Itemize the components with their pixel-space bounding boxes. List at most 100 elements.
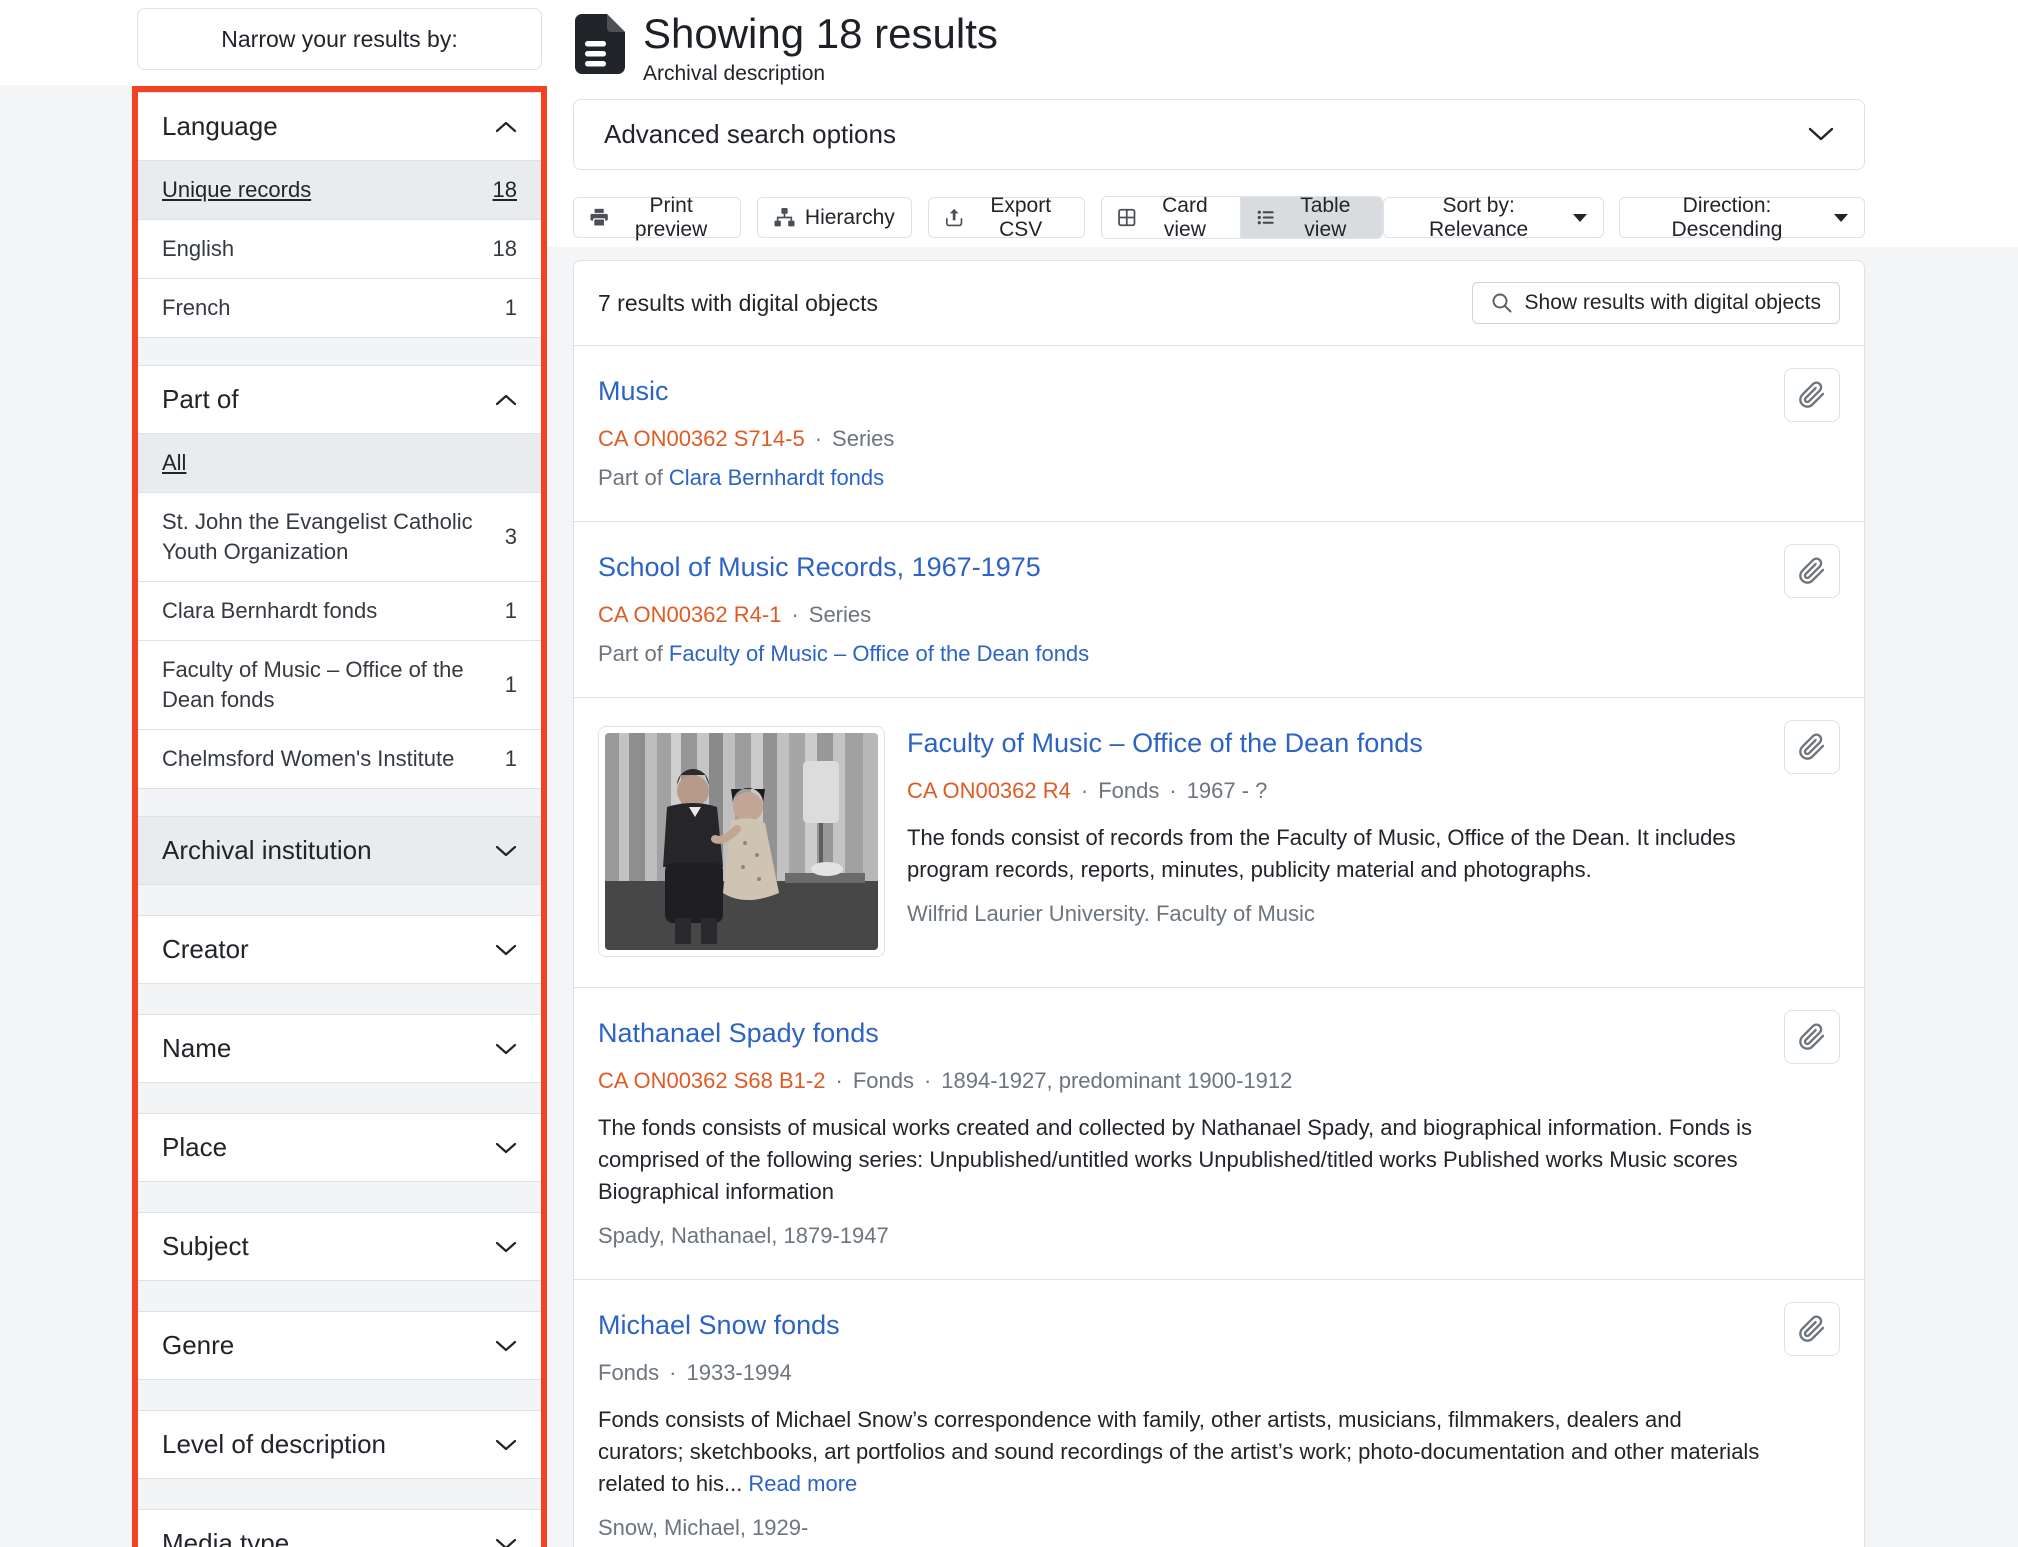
results-main: Showing 18 results Archival description … [573,0,1865,1547]
direction-dropdown[interactable]: Direction: Descending [1619,197,1865,238]
page-layout: Narrow your results by: Language Unique … [0,0,2018,1547]
result-row-school-of-music: School of Music Records, 1967-1975 CA ON… [574,521,1864,697]
facet-item-english[interactable]: English 18 [138,219,541,278]
part-of-line: Part of Faculty of Music – Office of the… [598,641,1764,667]
results-toolbar: Print preview Hierarchy Export CSV Card … [573,196,1865,239]
facet-header-creator[interactable]: Creator [138,916,541,983]
result-meta: CA ON00362 S714-5 Series [598,426,1764,452]
chevron-down-icon [495,1142,517,1154]
part-of-prefix: Part of [598,465,669,490]
facet-item-faculty-of-music[interactable]: Faculty of Music – Office of the Dean fo… [138,640,541,729]
facet-title: Creator [162,934,249,965]
facet-item-french[interactable]: French 1 [138,278,541,337]
digital-object-paperclip-button[interactable] [1784,720,1840,774]
part-of-prefix: Part of [598,641,669,666]
facet-item-st-john[interactable]: St. John the Evangelist Catholic Youth O… [138,492,541,581]
digital-object-paperclip-button[interactable] [1784,368,1840,422]
meta-separator [1159,778,1186,803]
facet-title: Place [162,1132,227,1163]
result-title-link[interactable]: Faculty of Music – Office of the Dean fo… [907,728,1423,758]
digital-object-paperclip-button[interactable] [1784,1010,1840,1064]
sort-by-label: Sort by: Relevance [1400,194,1557,242]
facet-header-part-of[interactable]: Part of [138,366,541,433]
facet-header-genre[interactable]: Genre [138,1312,541,1379]
facet-header-archival-institution[interactable]: Archival institution [138,817,541,884]
facet-header-subject[interactable]: Subject [138,1213,541,1280]
page-header: Showing 18 results Archival description [573,0,1865,86]
facet-item-count: 3 [505,522,517,552]
result-title-link[interactable]: Nathanael Spady fonds [598,1018,879,1048]
facet-item-chelmsford[interactable]: Chelmsford Women's Institute 1 [138,729,541,788]
facet-title: Level of description [162,1429,386,1460]
facet-header-media-type[interactable]: Media type [138,1510,541,1547]
result-title-link[interactable]: Michael Snow fonds [598,1310,840,1340]
archival-photo-thumbnail [605,733,878,950]
table-view-label: Table view [1284,196,1366,239]
table-view-icon [1257,207,1275,228]
meta-separator [914,1068,941,1093]
level-of-description: Fonds [853,1068,914,1093]
facet-item-unique-records[interactable]: Unique records 18 [138,160,541,219]
hierarchy-button[interactable]: Hierarchy [757,197,912,238]
result-title-link[interactable]: Music [598,376,669,406]
level-of-description: Fonds [1098,778,1159,803]
meta-separator [825,1068,852,1093]
facet-section-part-of: Part of All St. John the Evangelist Cath… [138,365,541,789]
facet-item-count: 1 [505,670,517,700]
paperclip-icon [1798,381,1826,409]
part-of-link[interactable]: Faculty of Music – Office of the Dean fo… [669,641,1089,666]
facet-section-genre: Genre [138,1311,541,1380]
print-preview-label: Print preview [618,194,724,242]
advanced-search-label: Advanced search options [604,119,896,150]
facet-section-creator: Creator [138,915,541,984]
facet-item-count: 18 [493,234,517,264]
view-toggle-group: Card view Table view [1101,196,1383,239]
facet-header-name[interactable]: Name [138,1015,541,1082]
read-more-link[interactable]: Read more [748,1471,857,1496]
chevron-down-icon [495,1241,517,1253]
lamp-shade [803,761,839,823]
facet-header-level-of-description[interactable]: Level of description [138,1411,541,1478]
chevron-up-icon [495,121,517,133]
page-subtitle: Archival description [643,62,998,86]
narrow-results-heading: Narrow your results by: [137,8,542,70]
digital-object-paperclip-button[interactable] [1784,544,1840,598]
telephone [811,862,843,876]
print-preview-button[interactable]: Print preview [573,197,741,238]
facet-item-clara-bernhardt[interactable]: Clara Bernhardt fonds 1 [138,581,541,640]
result-row-music: Music CA ON00362 S714-5 Series Part of Cl… [574,346,1864,521]
digital-object-paperclip-button[interactable] [1784,1302,1840,1356]
result-row-faculty-of-music: Faculty of Music – Office of the Dean fo… [574,697,1864,987]
part-of-link[interactable]: Clara Bernhardt fonds [669,465,884,490]
facet-header-place[interactable]: Place [138,1114,541,1181]
facet-title: Archival institution [162,835,372,866]
result-meta: Fonds1933-1994 [598,1360,1764,1386]
facet-title: Language [162,111,278,142]
card-view-button[interactable]: Card view [1102,197,1239,238]
facet-title: Part of [162,384,239,415]
advanced-search-panel[interactable]: Advanced search options [573,99,1865,170]
chevron-down-icon [495,944,517,956]
export-csv-button[interactable]: Export CSV [928,197,1086,238]
toolbar-right-group: Sort by: Relevance Direction: Descending [1383,197,1865,238]
facet-item-count: 18 [493,175,517,205]
part-of-line: Part of Clara Bernhardt fonds [598,465,1764,491]
export-csv-label: Export CSV [973,194,1068,242]
result-title-link[interactable]: School of Music Records, 1967-1975 [598,552,1041,582]
chevron-down-icon [1808,127,1834,142]
meta-separator [805,426,832,451]
show-digital-objects-button[interactable]: Show results with digital objects [1472,282,1840,324]
hierarchy-label: Hierarchy [805,206,895,230]
results-header-row: 7 results with digital objects Show resu… [574,261,1864,346]
facet-item-all[interactable]: All [138,433,541,492]
reference-code: CA ON00362 S714-5 [598,426,805,451]
level-of-description: Series [832,426,894,451]
table-view-button[interactable]: Table view [1240,197,1382,238]
page-title: Showing 18 results [643,10,998,58]
result-creator: Wilfrid Laurier University. Faculty of M… [907,901,1764,927]
sort-by-dropdown[interactable]: Sort by: Relevance [1383,197,1604,238]
result-thumbnail[interactable] [598,726,885,957]
result-meta: CA ON00362 R4-1Series [598,602,1764,628]
facet-header-language[interactable]: Language [138,93,541,160]
facet-section-place: Place [138,1113,541,1182]
